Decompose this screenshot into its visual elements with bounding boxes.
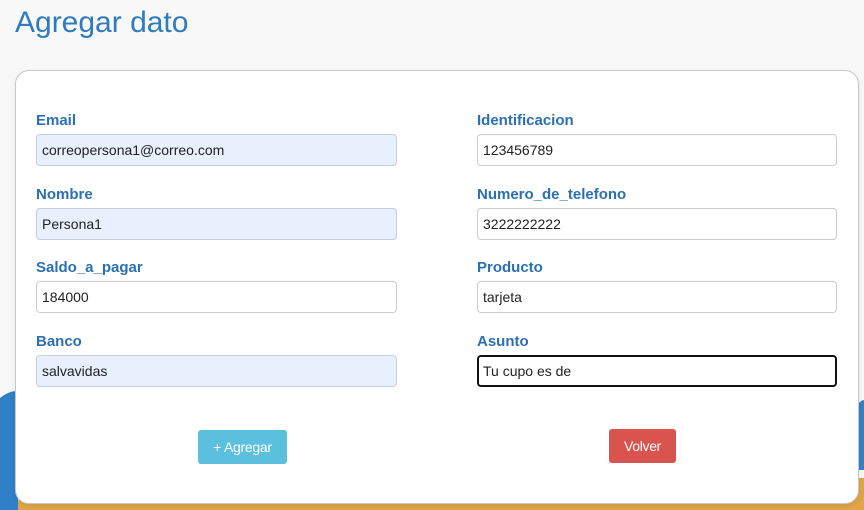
email-label: Email bbox=[36, 112, 77, 129]
nombre-field[interactable] bbox=[36, 208, 397, 240]
nombre-label: Nombre bbox=[36, 186, 93, 203]
asunto-label: Asunto bbox=[477, 333, 529, 350]
back-button[interactable]: Volver bbox=[609, 429, 676, 463]
add-button[interactable]: + Agregar bbox=[198, 430, 287, 464]
page-title: Agregar dato bbox=[15, 6, 189, 39]
producto-field[interactable] bbox=[477, 281, 837, 313]
telefono-label: Numero_de_telefono bbox=[477, 186, 627, 203]
saldo-field[interactable] bbox=[36, 281, 397, 313]
producto-label: Producto bbox=[477, 259, 543, 276]
email-field-group: Email bbox=[36, 111, 397, 166]
nombre-field-group: Nombre bbox=[36, 185, 397, 240]
asunto-field[interactable] bbox=[477, 355, 837, 387]
producto-field-group: Producto bbox=[477, 258, 837, 313]
asunto-field-group: Asunto bbox=[477, 332, 837, 387]
banco-field-group: Banco bbox=[36, 332, 397, 387]
identificacion-label: Identificacion bbox=[477, 112, 574, 129]
telefono-field-group: Numero_de_telefono bbox=[477, 185, 837, 240]
telefono-field[interactable] bbox=[477, 208, 837, 240]
identificacion-field[interactable] bbox=[477, 134, 837, 166]
identificacion-field-group: Identificacion bbox=[477, 111, 837, 166]
banco-label: Banco bbox=[36, 333, 82, 350]
saldo-label: Saldo_a_pagar bbox=[36, 259, 143, 276]
email-field[interactable] bbox=[36, 134, 397, 166]
banco-field[interactable] bbox=[36, 355, 397, 387]
form-card: Email Identificacion Nombre Numero_de_te… bbox=[15, 70, 859, 504]
saldo-field-group: Saldo_a_pagar bbox=[36, 258, 397, 313]
